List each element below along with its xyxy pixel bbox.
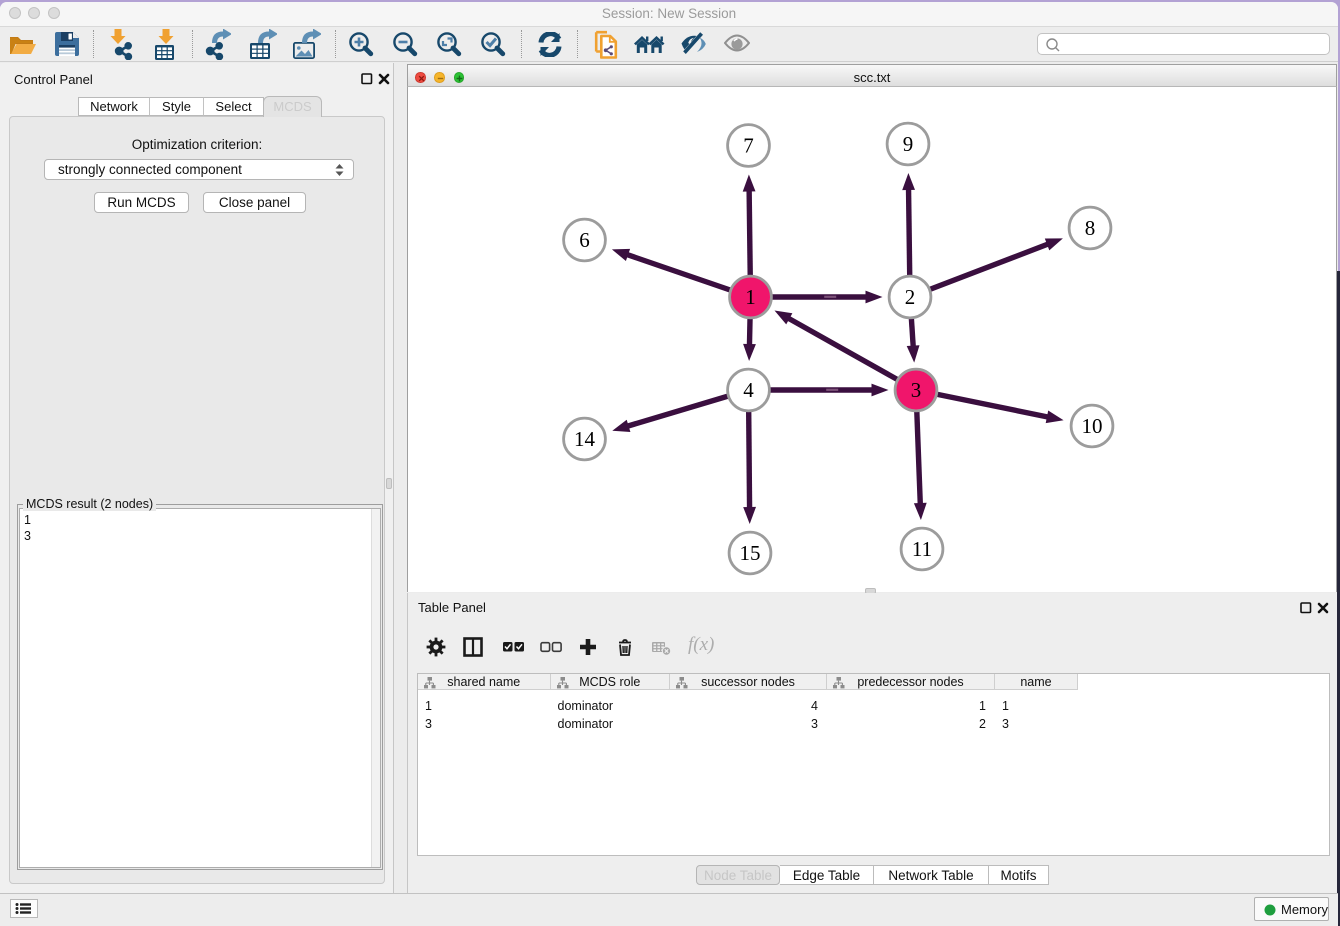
svg-text:2: 2 [905, 285, 916, 309]
svg-text:15: 15 [740, 541, 761, 565]
svg-text:4: 4 [743, 378, 754, 402]
svg-text:1: 1 [745, 285, 756, 309]
svg-text:3: 3 [911, 378, 922, 402]
svg-text:10: 10 [1082, 414, 1103, 438]
svg-text:14: 14 [574, 427, 596, 451]
svg-text:8: 8 [1085, 216, 1096, 240]
svg-text:7: 7 [743, 134, 754, 158]
svg-text:6: 6 [579, 228, 590, 252]
svg-text:9: 9 [903, 132, 914, 156]
svg-text:11: 11 [912, 537, 932, 561]
